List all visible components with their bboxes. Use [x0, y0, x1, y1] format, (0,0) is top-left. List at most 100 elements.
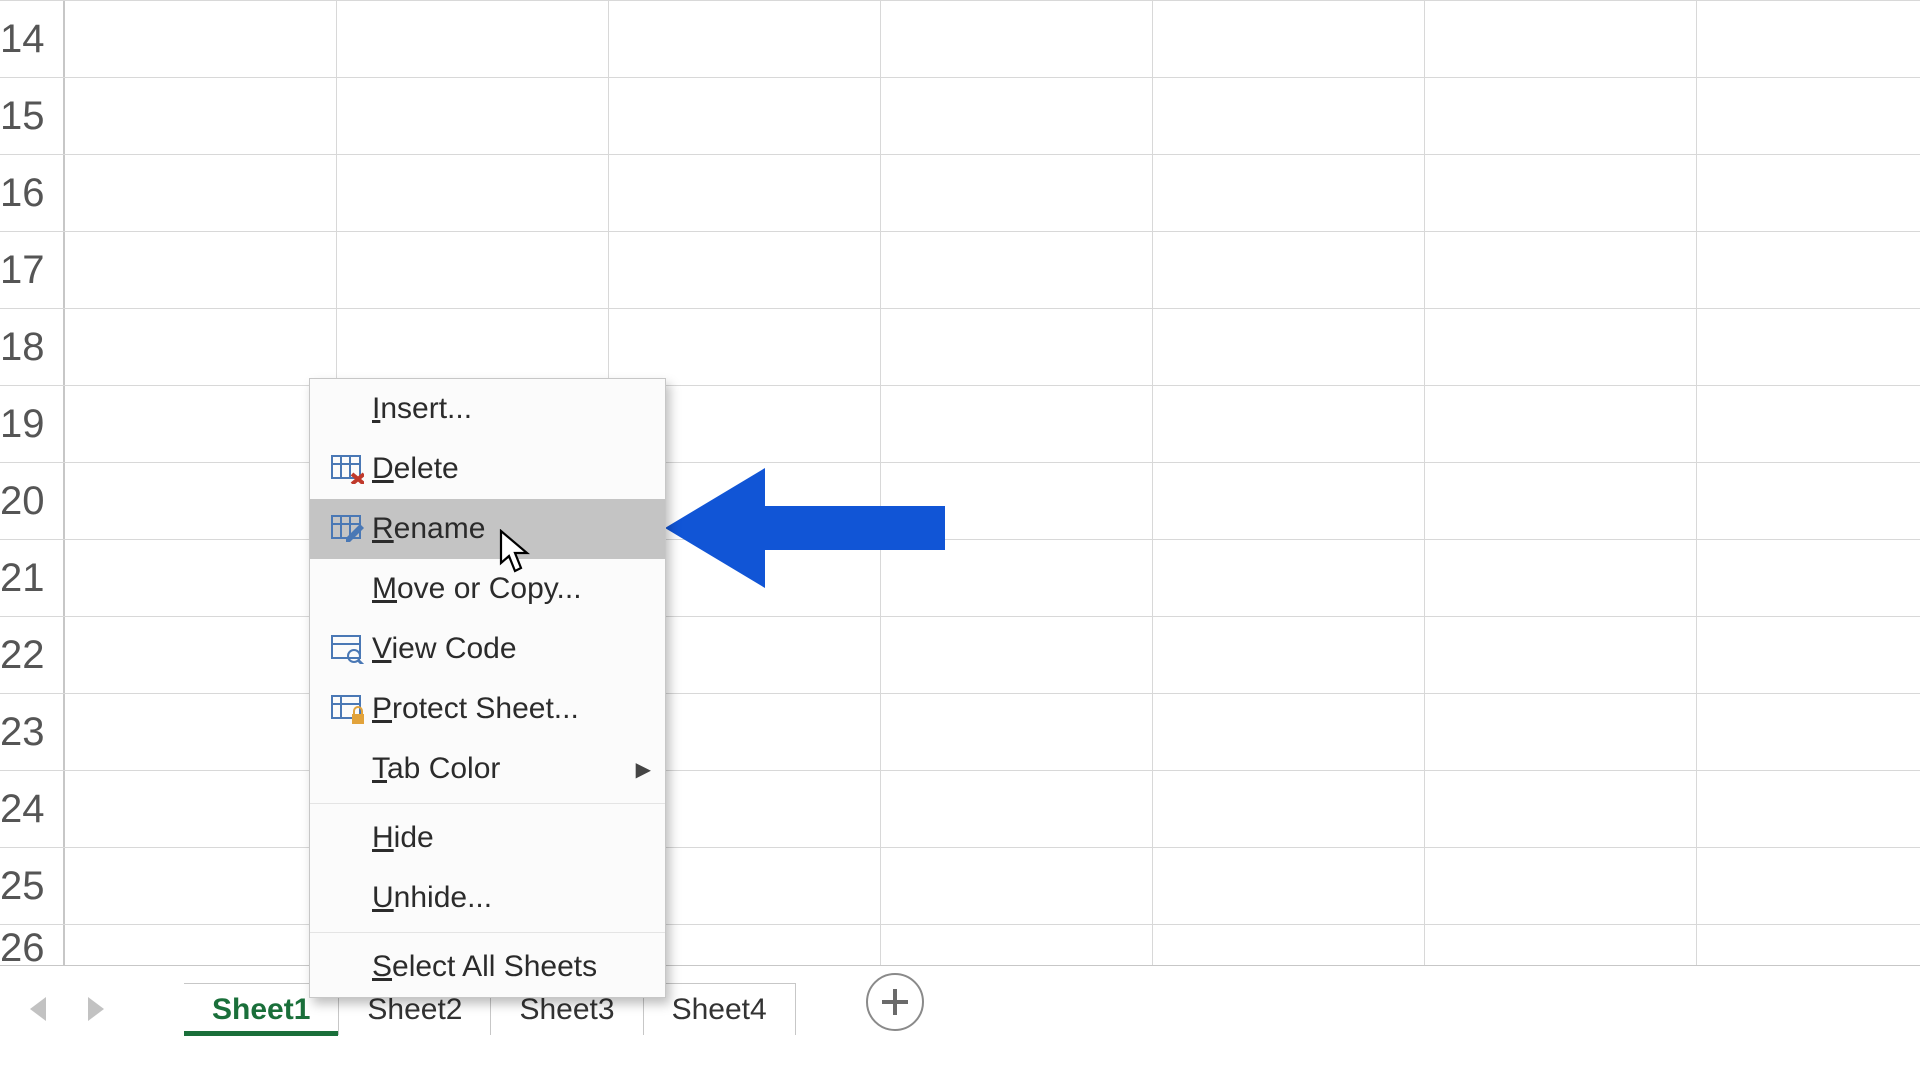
menu-item-move-or-copy[interactable]: Move or Copy...	[310, 559, 665, 619]
grid-cell[interactable]	[1697, 78, 1920, 154]
grid-cell[interactable]	[337, 309, 609, 385]
grid-cell[interactable]	[65, 1, 337, 77]
grid-cell[interactable]	[1153, 771, 1425, 847]
grid-cell[interactable]	[881, 925, 1153, 970]
grid-cell[interactable]	[1153, 463, 1425, 539]
row-header[interactable]: 17	[0, 232, 65, 308]
grid-cell[interactable]	[1153, 617, 1425, 693]
menu-item-select-all-sheets[interactable]: Select All Sheets	[310, 937, 665, 997]
grid-cell[interactable]	[1425, 463, 1697, 539]
grid-cell[interactable]	[609, 232, 881, 308]
grid-cell[interactable]	[1697, 1, 1920, 77]
grid-cell[interactable]	[1697, 925, 1920, 970]
grid-cell[interactable]	[1153, 386, 1425, 462]
grid-cell[interactable]	[65, 78, 337, 154]
grid-cell[interactable]	[65, 771, 337, 847]
grid-cell[interactable]	[1425, 386, 1697, 462]
menu-item-delete[interactable]: Delete	[310, 439, 665, 499]
grid-cell[interactable]	[1425, 694, 1697, 770]
grid-cell[interactable]	[609, 309, 881, 385]
grid-cell[interactable]	[1153, 1, 1425, 77]
grid-cell[interactable]	[1425, 78, 1697, 154]
grid-cell[interactable]	[1697, 232, 1920, 308]
menu-item-insert[interactable]: Insert...	[310, 379, 665, 439]
grid-cell[interactable]	[881, 232, 1153, 308]
grid-cell[interactable]	[881, 1, 1153, 77]
row-header[interactable]: 25	[0, 848, 65, 924]
row-header[interactable]: 21	[0, 540, 65, 616]
row-header[interactable]: 23	[0, 694, 65, 770]
menu-item-hide[interactable]: Hide	[310, 808, 665, 868]
grid-cell[interactable]	[1697, 463, 1920, 539]
grid-cell[interactable]	[65, 848, 337, 924]
grid-cell[interactable]	[337, 155, 609, 231]
grid-cell[interactable]	[65, 463, 337, 539]
grid-cell[interactable]	[65, 540, 337, 616]
grid-cell[interactable]	[337, 1, 609, 77]
row-header[interactable]: 22	[0, 617, 65, 693]
row-header[interactable]: 19	[0, 386, 65, 462]
row-header[interactable]: 16	[0, 155, 65, 231]
grid-cell[interactable]	[1697, 386, 1920, 462]
row-header[interactable]: 26	[0, 925, 65, 970]
grid-cell[interactable]	[609, 1, 881, 77]
grid-cell[interactable]	[65, 925, 337, 970]
grid-cell[interactable]	[881, 848, 1153, 924]
grid-cell[interactable]	[1425, 617, 1697, 693]
tab-nav-left-icon[interactable]	[30, 997, 46, 1021]
grid-cell[interactable]	[65, 386, 337, 462]
grid-cell[interactable]	[1425, 848, 1697, 924]
tab-nav-right-icon[interactable]	[88, 997, 104, 1021]
row-header[interactable]: 14	[0, 1, 65, 77]
grid-cell[interactable]	[881, 78, 1153, 154]
grid-cell[interactable]	[881, 386, 1153, 462]
grid-cell[interactable]	[1153, 155, 1425, 231]
add-sheet-button[interactable]	[866, 973, 924, 1031]
grid-cell[interactable]	[65, 617, 337, 693]
grid-cell[interactable]	[881, 771, 1153, 847]
grid-cell[interactable]	[881, 617, 1153, 693]
grid-cell[interactable]	[337, 232, 609, 308]
grid-cell[interactable]	[1697, 771, 1920, 847]
grid-cell[interactable]	[1697, 540, 1920, 616]
grid-cell[interactable]	[1153, 232, 1425, 308]
grid-cell[interactable]	[1153, 540, 1425, 616]
grid-cell[interactable]	[1153, 78, 1425, 154]
grid-cell[interactable]	[1425, 540, 1697, 616]
grid-cell[interactable]	[1425, 1, 1697, 77]
spreadsheet-grid[interactable]: 14151617181920212223242526	[0, 0, 1920, 970]
grid-cell[interactable]	[337, 78, 609, 154]
grid-cell[interactable]	[609, 78, 881, 154]
grid-cell[interactable]	[1153, 925, 1425, 970]
grid-cell[interactable]	[881, 540, 1153, 616]
menu-item-rename[interactable]: Rename	[310, 499, 665, 559]
grid-cell[interactable]	[881, 694, 1153, 770]
grid-cell[interactable]	[65, 694, 337, 770]
grid-cell[interactable]	[65, 232, 337, 308]
sheet-tab-sheet4[interactable]: Sheet4	[644, 983, 796, 1035]
menu-item-tab-color[interactable]: Tab Color▶	[310, 739, 665, 799]
grid-cell[interactable]	[1697, 309, 1920, 385]
grid-cell[interactable]	[881, 463, 1153, 539]
grid-cell[interactable]	[1697, 694, 1920, 770]
grid-cell[interactable]	[1697, 617, 1920, 693]
grid-cell[interactable]	[881, 155, 1153, 231]
grid-cell[interactable]	[1697, 848, 1920, 924]
menu-item-view-code[interactable]: View Code	[310, 619, 665, 679]
grid-cell[interactable]	[65, 309, 337, 385]
row-header[interactable]: 15	[0, 78, 65, 154]
grid-cell[interactable]	[881, 309, 1153, 385]
grid-cell[interactable]	[1697, 155, 1920, 231]
grid-cell[interactable]	[1425, 155, 1697, 231]
row-header[interactable]: 20	[0, 463, 65, 539]
menu-item-protect-sheet[interactable]: Protect Sheet...	[310, 679, 665, 739]
grid-cell[interactable]	[1153, 848, 1425, 924]
menu-item-unhide[interactable]: Unhide...	[310, 868, 665, 928]
grid-cell[interactable]	[1425, 309, 1697, 385]
grid-cell[interactable]	[1425, 925, 1697, 970]
grid-cell[interactable]	[65, 155, 337, 231]
row-header[interactable]: 18	[0, 309, 65, 385]
grid-cell[interactable]	[1425, 232, 1697, 308]
row-header[interactable]: 24	[0, 771, 65, 847]
grid-cell[interactable]	[1153, 694, 1425, 770]
